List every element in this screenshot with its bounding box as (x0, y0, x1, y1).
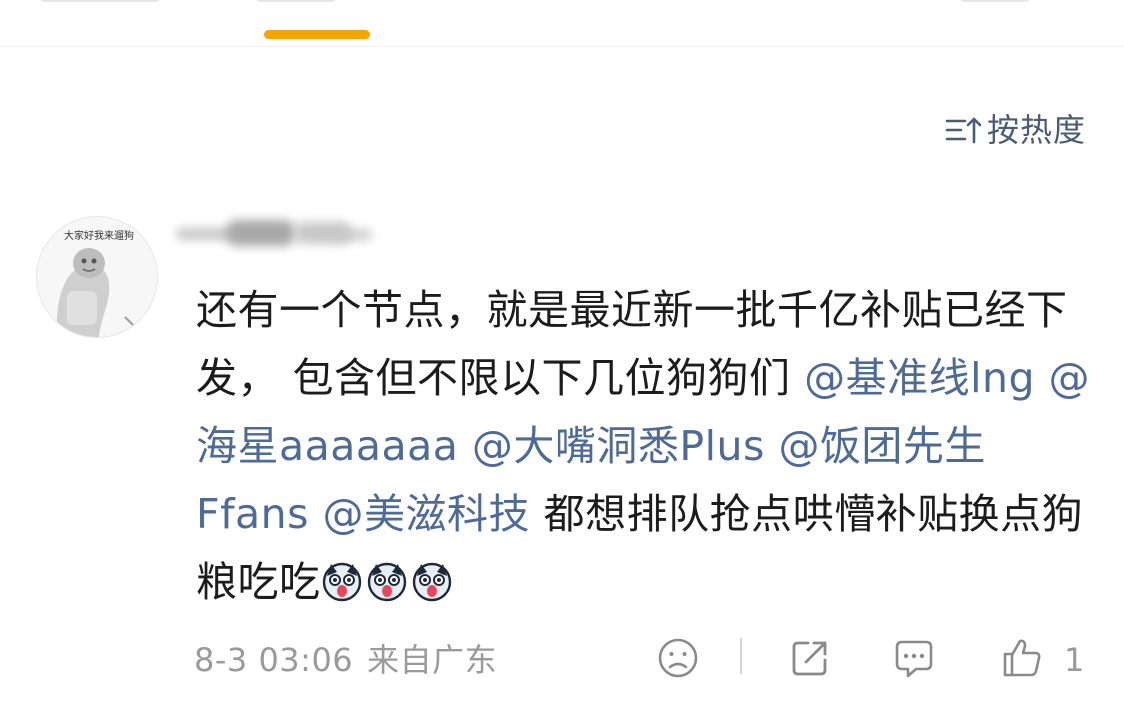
username-obscured[interactable] (176, 218, 376, 248)
dog-emoji (367, 562, 406, 602)
dog-emoji (412, 562, 451, 602)
sort-icon (945, 117, 982, 144)
avatar-caption: 大家好我来遛狗 (64, 229, 134, 242)
comment-space (458, 422, 472, 470)
mention-link[interactable]: @美滋科技 (323, 490, 531, 538)
avatar[interactable]: 大家好我来遛狗 (36, 216, 158, 338)
comment-body: 还有一个节点，就是最近新一批千亿补贴已经下发， 包含但不限以下几位狗狗们 @基准… (196, 276, 1096, 616)
comment-meta: 8-3 03:06 来自广东 (194, 638, 497, 682)
avatar-image: 大家好我来遛狗 (37, 217, 157, 337)
share-icon (792, 641, 827, 676)
comment-space (1035, 354, 1049, 402)
tab-cut-off-right[interactable] (960, 0, 1030, 2)
tab-cut-off-left[interactable] (40, 0, 160, 2)
like-count: 1 (1064, 641, 1085, 679)
comment-space (309, 490, 323, 538)
reply-button[interactable] (892, 636, 936, 680)
comment-space (765, 422, 779, 470)
sort-by-hot-button[interactable]: 按热度 (945, 108, 1086, 152)
mention-link[interactable]: @基准线lng (804, 354, 1035, 402)
comment-location: 来自广东 (367, 641, 498, 679)
comment-icon (895, 640, 933, 678)
thumbs-up-icon (1003, 639, 1041, 677)
like-button[interactable] (1000, 636, 1044, 680)
tab-cut-off-active[interactable] (256, 0, 336, 2)
sort-label: 按热度 (986, 111, 1086, 149)
active-tab-indicator (264, 30, 370, 39)
comment-time: 8-3 03:06 (194, 641, 354, 679)
dislike-button[interactable] (656, 636, 700, 680)
mention-link[interactable]: @大嘴洞悉Plus (472, 422, 765, 470)
comment-screen: 按热度 大家好我来遛狗 还有一个节点，就是最近新一批千亿补贴已经下发， 包含但不… (0, 0, 1124, 708)
frown-face-icon (658, 638, 698, 678)
share-button[interactable] (788, 636, 832, 680)
action-divider (740, 638, 742, 674)
dog-emoji (322, 562, 361, 602)
top-tab-bar (0, 0, 1124, 47)
comment-footer: 8-3 03:06 来自广东 1 (194, 636, 1094, 684)
